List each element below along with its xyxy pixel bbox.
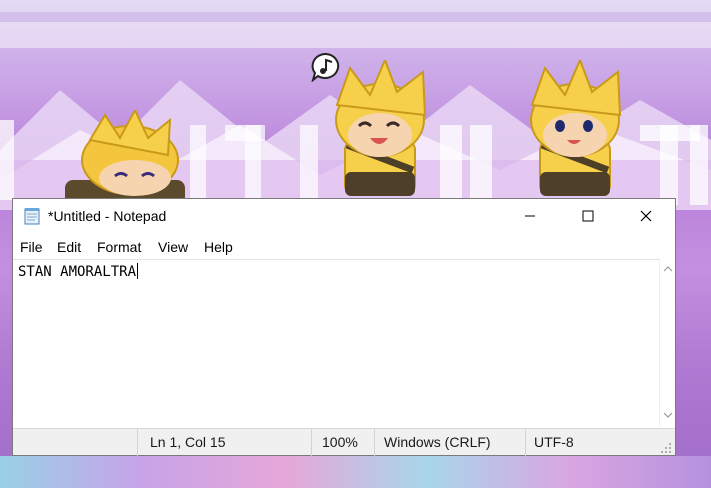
maximize-icon: [582, 210, 594, 222]
notepad-icon: [24, 208, 40, 225]
text-caret: [137, 263, 139, 279]
editor-content: STAN AMORALTRA: [18, 264, 137, 280]
wallpaper-band: [0, 22, 711, 48]
wallpaper-bottom-strip: [0, 456, 711, 488]
wallpaper-band-top: [0, 0, 711, 12]
status-position: Ln 1, Col 15: [150, 434, 226, 450]
title-bar[interactable]: *Untitled - Notepad: [13, 199, 675, 233]
status-bar: Ln 1, Col 15 100% Windows (CRLF) UTF-8: [13, 428, 675, 456]
menu-format[interactable]: Format: [97, 239, 141, 255]
menu-view[interactable]: View: [158, 239, 188, 255]
notepad-window[interactable]: *Untitled - Notepad File Edit Format Vie…: [12, 198, 676, 456]
music-bubble-icon: [311, 52, 340, 82]
text-editor[interactable]: STAN AMORALTRA: [13, 259, 659, 427]
status-separator: [311, 429, 312, 456]
maximize-button[interactable]: [559, 199, 617, 233]
menu-bar: File Edit Format View Help: [13, 236, 675, 258]
scroll-down-icon[interactable]: [663, 411, 673, 419]
menu-help[interactable]: Help: [204, 239, 233, 255]
menu-file[interactable]: File: [20, 239, 43, 255]
resize-grip-icon[interactable]: [661, 443, 672, 454]
chibi-character-center: [335, 60, 427, 196]
window-title: *Untitled - Notepad: [48, 208, 167, 224]
scroll-up-icon[interactable]: [663, 265, 673, 273]
status-separator: [137, 429, 138, 456]
vertical-scrollbar[interactable]: [659, 259, 675, 427]
status-encoding: UTF-8: [534, 434, 574, 450]
editor-text-line: STAN AMORALTRA: [18, 263, 139, 280]
chibi-character-right: [530, 60, 622, 196]
minimize-button[interactable]: [501, 199, 559, 233]
minimize-icon: [525, 215, 535, 217]
status-zoom: 100%: [322, 434, 358, 450]
status-separator: [525, 429, 526, 456]
chibi-character-left: [65, 110, 185, 205]
status-separator: [374, 429, 375, 456]
status-line-ending: Windows (CRLF): [384, 434, 491, 450]
close-button[interactable]: [617, 199, 675, 233]
menu-edit[interactable]: Edit: [57, 239, 81, 255]
close-icon: [640, 210, 652, 222]
